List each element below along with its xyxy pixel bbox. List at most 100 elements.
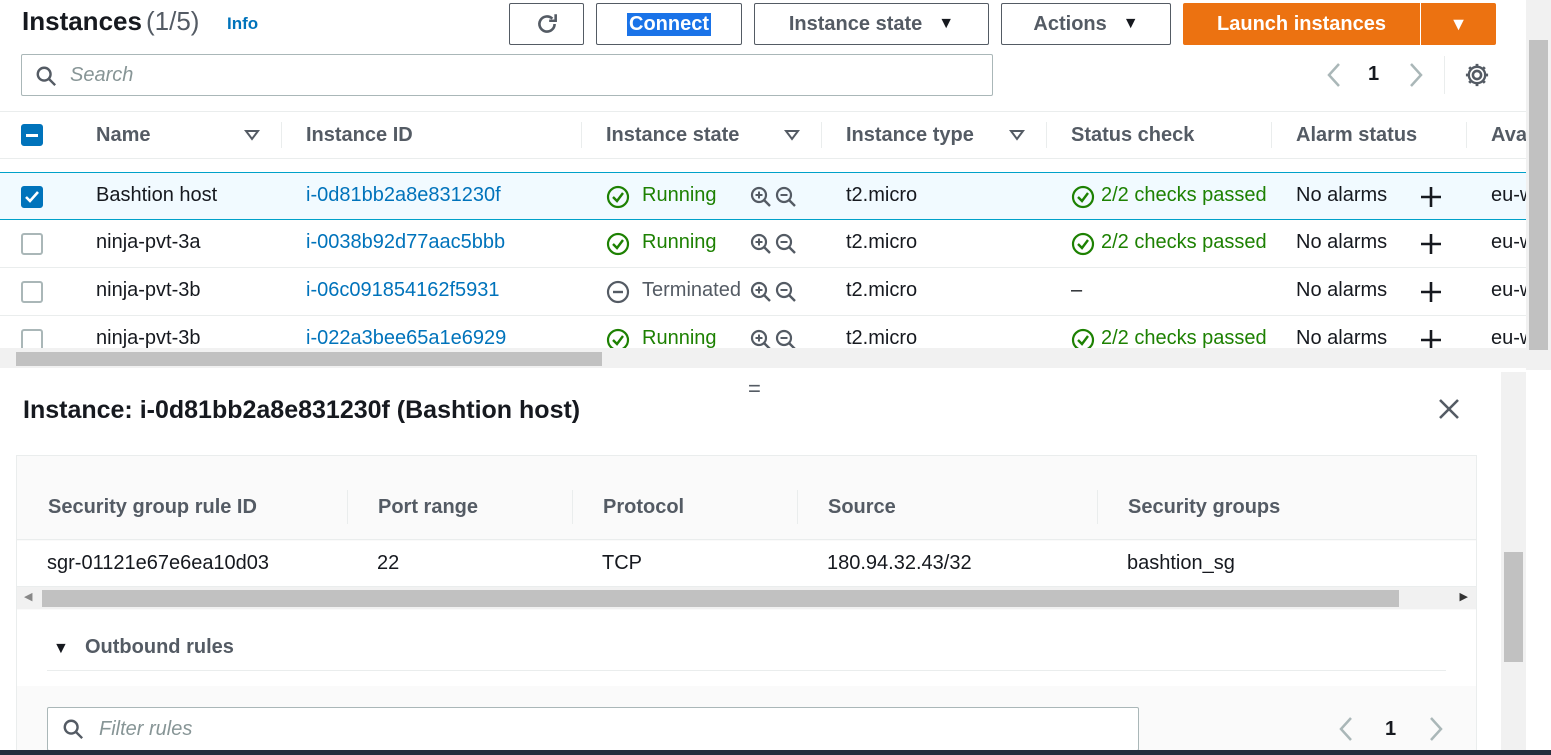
zoom-in-icon[interactable] — [750, 281, 772, 303]
sort-icon[interactable] — [1009, 129, 1025, 141]
page-number[interactable]: 1 — [1368, 63, 1379, 86]
refresh-icon — [537, 14, 557, 33]
plus-icon[interactable] — [1419, 280, 1443, 304]
instance-state: Running — [642, 327, 717, 348]
protocol: TCP — [602, 552, 642, 574]
search-input[interactable]: Search — [21, 54, 993, 96]
column-instance-state[interactable]: Instance state — [606, 124, 739, 147]
alarm-status: No alarms — [1296, 184, 1388, 206]
scrollbar-thumb[interactable] — [1529, 40, 1548, 350]
check-circle-icon — [606, 185, 630, 209]
column-alarm-status[interactable]: Alarm status — [1296, 124, 1417, 147]
row-checkbox[interactable] — [21, 233, 43, 255]
instance-id-link[interactable]: i-0038b92d77aac5bbb — [306, 231, 505, 254]
caret-down-icon: ▼ — [1449, 13, 1468, 34]
caret-down-icon[interactable]: ▼ — [53, 640, 69, 658]
row-checkbox[interactable] — [21, 186, 43, 208]
zoom-out-icon[interactable] — [775, 186, 797, 208]
status-check: – — [1071, 279, 1083, 301]
sort-icon[interactable] — [784, 129, 800, 141]
scrollbar-thumb[interactable] — [42, 590, 1399, 607]
zoom-in-icon[interactable] — [750, 186, 772, 208]
instance-name: ninja-pvt-3b — [96, 279, 201, 301]
availability-zone: eu-w — [1491, 231, 1526, 253]
select-all-checkbox[interactable] — [21, 124, 43, 146]
zoom-out-icon[interactable] — [775, 281, 797, 303]
security-group: bashtion_sg — [1127, 552, 1235, 574]
instance-id-link[interactable]: i-022a3bee65a1e6929 — [306, 327, 506, 348]
check-circle-icon — [1071, 185, 1095, 209]
launch-dropdown-button[interactable]: ▼ — [1421, 3, 1496, 45]
outbound-rules-toggle[interactable]: Outbound rules — [85, 636, 234, 659]
refresh-button[interactable] — [509, 3, 584, 45]
column-status-check[interactable]: Status check — [1071, 124, 1194, 147]
info-link[interactable]: Info — [227, 14, 258, 34]
sort-icon[interactable] — [244, 129, 260, 141]
caret-down-icon: ▼ — [938, 15, 955, 32]
alarm-status: No alarms — [1296, 327, 1388, 348]
availability-zone: eu-w — [1491, 327, 1526, 348]
instance-state: Terminated — [642, 279, 741, 301]
table-row[interactable]: ninja-pvt-3a i-0038b92d77aac5bbb Running… — [0, 220, 1526, 268]
column-source[interactable]: Source — [828, 496, 896, 519]
minus-circle-icon — [606, 280, 630, 304]
close-icon[interactable] — [1436, 396, 1462, 422]
status-check: 2/2 checks passed — [1101, 184, 1267, 206]
taskbar-edge — [0, 750, 1551, 755]
zoom-out-icon[interactable] — [775, 233, 797, 255]
row-checkbox[interactable] — [21, 281, 43, 303]
status-check: 2/2 checks passed — [1101, 231, 1267, 253]
filter-placeholder: Filter rules — [99, 718, 193, 740]
instance-state: Running — [642, 231, 717, 253]
table-row[interactable]: ninja-pvt-3b i-06c091854162f5931 Termina… — [0, 268, 1526, 316]
selection-count: (1/5) — [146, 6, 200, 36]
instance-id-link[interactable]: i-0d81bb2a8e831230f — [306, 184, 501, 207]
row-checkbox[interactable] — [21, 329, 43, 348]
connect-button[interactable]: Connect — [596, 3, 742, 45]
page-number[interactable]: 1 — [1385, 718, 1396, 741]
scrollbar-thumb[interactable] — [1504, 552, 1523, 662]
settings-icon[interactable] — [1463, 61, 1491, 89]
detail-panel-title: Instance: i-0d81bb2a8e831230f (Bashtion … — [23, 396, 581, 424]
filter-rules-input[interactable]: Filter rules — [47, 707, 1139, 751]
pagination-divider — [1444, 56, 1445, 94]
source: 180.94.32.43/32 — [827, 552, 972, 574]
instance-type: t2.micro — [846, 279, 918, 301]
plus-icon[interactable] — [1419, 232, 1443, 256]
plus-icon[interactable] — [1419, 185, 1443, 209]
chevron-left-icon[interactable] — [1338, 716, 1354, 742]
zoom-out-icon[interactable] — [775, 329, 797, 348]
table-row[interactable]: Bashtion host i-0d81bb2a8e831230f Runnin… — [0, 172, 1526, 220]
actions-button[interactable]: Actions ▼ — [1001, 3, 1171, 45]
rule-id: sgr-01121e67e6ea10d03 — [47, 552, 270, 574]
split-panel-resize-handle[interactable]: = — [748, 376, 761, 402]
table-body: Bashtion host i-0d81bb2a8e831230f Runnin… — [0, 160, 1526, 348]
instance-state: Running — [642, 184, 717, 206]
column-name[interactable]: Name — [96, 124, 150, 147]
column-availability-zone[interactable]: Ava — [1491, 124, 1527, 147]
table-row[interactable]: sgr-01121e67e6ea10d03 22 TCP 180.94.32.4… — [17, 541, 1476, 587]
zoom-in-icon[interactable] — [750, 233, 772, 255]
instance-name: Bashtion host — [96, 184, 218, 206]
port-range: 22 — [377, 552, 400, 574]
actions-label: Actions — [1033, 12, 1107, 35]
column-instance-id[interactable]: Instance ID — [306, 124, 413, 147]
instance-id-link[interactable]: i-06c091854162f5931 — [306, 279, 500, 302]
status-check: 2/2 checks passed — [1101, 327, 1267, 348]
instance-name: ninja-pvt-3b — [96, 327, 201, 348]
column-protocol[interactable]: Protocol — [603, 496, 684, 519]
chevron-left-icon[interactable] — [1326, 62, 1342, 88]
table-row[interactable]: ninja-pvt-3b i-022a3bee65a1e6929 Running… — [0, 316, 1526, 348]
scrollbar-thumb[interactable] — [16, 352, 602, 366]
column-instance-type[interactable]: Instance type — [846, 124, 974, 147]
column-security-groups[interactable]: Security groups — [1128, 496, 1280, 519]
chevron-right-icon[interactable] — [1408, 62, 1424, 88]
chevron-right-icon[interactable] — [1428, 716, 1444, 742]
check-circle-icon — [1071, 232, 1095, 256]
launch-instances-button[interactable]: Launch instances — [1183, 3, 1420, 45]
plus-icon[interactable] — [1419, 328, 1443, 348]
column-rule-id[interactable]: Security group rule ID — [48, 496, 257, 519]
zoom-in-icon[interactable] — [750, 329, 772, 348]
column-port-range[interactable]: Port range — [378, 496, 478, 519]
instance-state-button[interactable]: Instance state ▼ — [754, 3, 989, 45]
